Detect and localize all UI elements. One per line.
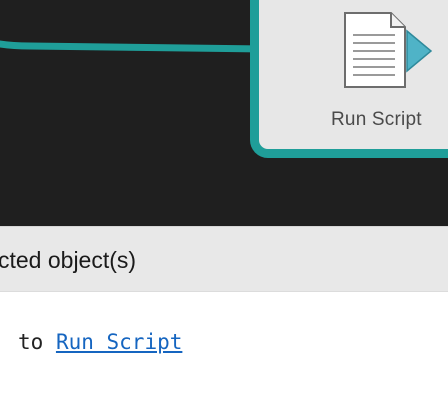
connection-line[interactable] (0, 38, 264, 60)
connection-target-link[interactable]: Run Script (56, 330, 182, 354)
properties-title: cted object(s) (0, 247, 137, 273)
run-script-document-icon (344, 12, 433, 88)
workflow-canvas[interactable]: Run Script (0, 0, 448, 226)
node-label: Run Script (331, 109, 422, 130)
properties-body: to Run Script (0, 292, 448, 420)
run-script-node[interactable]: Run Script (250, 0, 448, 158)
properties-header: cted object(s) (0, 226, 448, 292)
connection-prefix: to (18, 330, 56, 354)
connection-description: to Run Script (18, 330, 182, 354)
app-root: Run Script cted object(s) to Run Script (0, 0, 448, 420)
